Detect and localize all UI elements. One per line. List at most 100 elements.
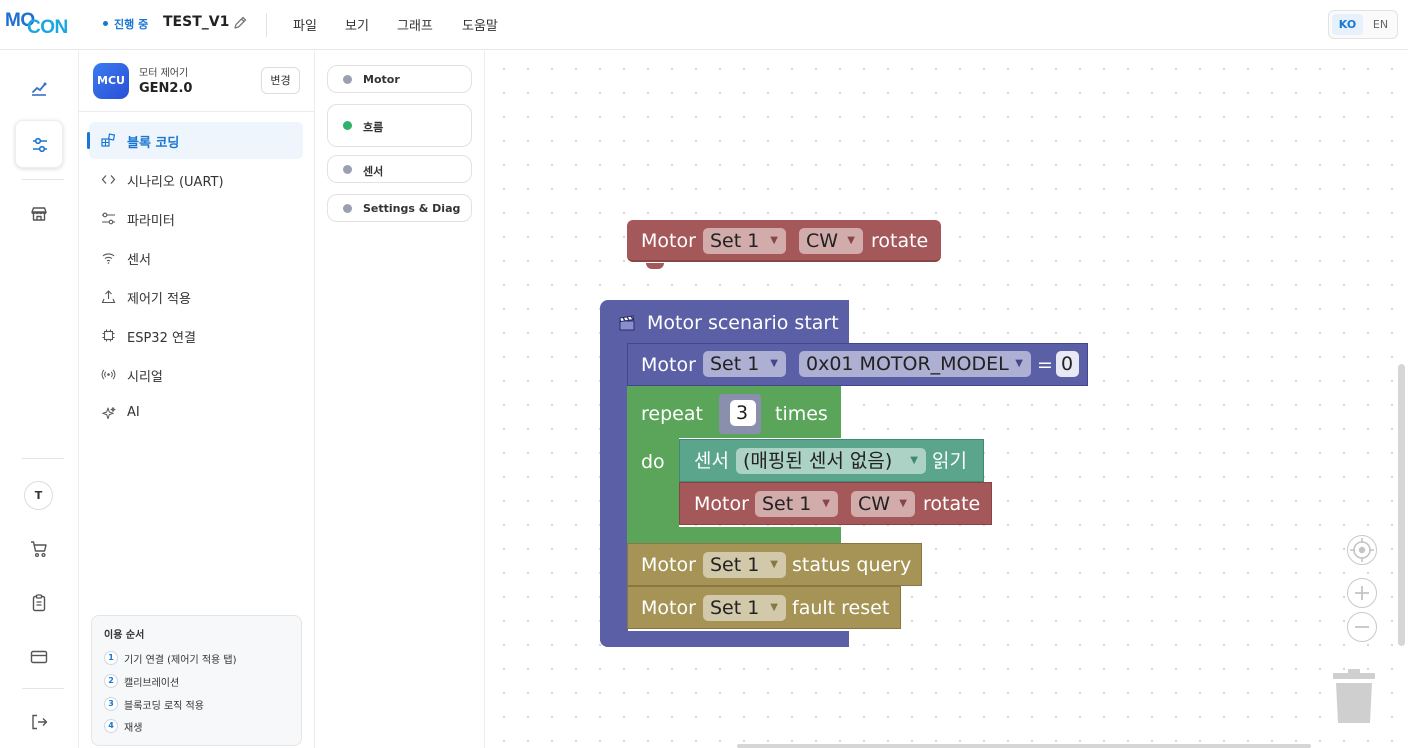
logo[interactable]: MO CON <box>5 10 75 40</box>
rail-chart-button[interactable] <box>15 65 63 113</box>
sidebar-item-sensor[interactable]: 센서 <box>89 239 303 276</box>
sidebar-item-label: 제어기 적용 <box>127 292 191 307</box>
zoom-in-button[interactable] <box>1347 578 1377 608</box>
dropdown-arrow-icon: ▼ <box>847 235 855 246</box>
sensor-read-block[interactable]: 센서 (매핑된 센서 없음) ▼ 읽기 <box>679 439 984 482</box>
rail-divider <box>22 458 64 459</box>
dropdown-value: Set 1 <box>710 554 760 576</box>
scenario-title: Motor scenario start <box>647 312 839 334</box>
block-connector <box>646 263 664 269</box>
trash-icon[interactable] <box>1331 667 1377 725</box>
sidebar-item-label: 시나리오 (UART) <box>127 175 224 190</box>
block-text: rotate <box>923 493 981 515</box>
divider <box>266 13 267 37</box>
input-value: 3 <box>736 402 749 424</box>
do-label: do <box>641 451 665 473</box>
param-value-input[interactable]: 0 <box>1056 351 1079 377</box>
block-text: repeat <box>641 403 703 425</box>
sensor-source-dropdown[interactable]: (매핑된 센서 없음) ▼ <box>736 448 926 474</box>
rail-cart-button[interactable] <box>15 525 63 573</box>
rail-divider <box>22 179 64 180</box>
menu-help[interactable]: 도움말 <box>462 15 498 34</box>
category-settings-diag[interactable]: Settings & Diag <box>327 194 472 222</box>
menu-view[interactable]: 보기 <box>345 15 369 34</box>
sidebar-item-esp32[interactable]: ESP32 연결 <box>89 317 303 354</box>
project-title[interactable]: TEST_V1 <box>163 14 229 30</box>
step-number: 4 <box>104 719 118 733</box>
controller-model: GEN2.0 <box>139 81 193 96</box>
parameter-dropdown[interactable]: 0x01 MOTOR_MODEL ▼ <box>799 351 1031 377</box>
sidebar-item-label: 파라미터 <box>127 214 175 229</box>
menu-graph[interactable]: 그래프 <box>397 15 433 34</box>
direction-dropdown[interactable]: CW ▼ <box>851 491 915 517</box>
block-text: Motor <box>641 554 696 576</box>
language-switcher: KO EN <box>1328 10 1398 39</box>
sidebar-item-controller-apply[interactable]: 제어기 적용 <box>89 278 303 315</box>
sidebar-item-serial[interactable]: 시리얼 <box>89 356 303 393</box>
rail-card-button[interactable] <box>15 633 63 681</box>
dropdown-arrow-icon: ▼ <box>822 498 830 509</box>
workspace-horizontal-scrollbar[interactable] <box>737 744 1311 748</box>
inner-motor-rotate-block[interactable]: Motor Set 1 ▼ CW ▼ rotate <box>679 482 992 525</box>
category-motor[interactable]: Motor <box>327 65 472 93</box>
motor-set-dropdown[interactable]: Set 1 ▼ <box>703 552 786 578</box>
divider <box>79 111 315 112</box>
chart-edit-icon <box>32 82 47 96</box>
repeat-count-input[interactable]: 3 <box>730 400 756 426</box>
dropdown-value: Set 1 <box>710 230 760 252</box>
mcu-badge: MCU <box>93 63 129 99</box>
rail-store-button[interactable] <box>15 190 63 238</box>
rail-logout-button[interactable] <box>15 698 63 746</box>
motor-set-dropdown[interactable]: Set 1 ▼ <box>703 228 786 254</box>
dropdown-arrow-icon: ▼ <box>1015 358 1023 369</box>
rail-control-button[interactable] <box>15 120 63 168</box>
rail-clipboard-button[interactable] <box>15 579 63 627</box>
block-text: 센서 <box>694 450 729 472</box>
motor-rotate-block[interactable]: Motor Set 1 ▼ CW ▼ rotate <box>627 220 941 262</box>
scenario-start-block[interactable]: Motor scenario start <box>600 300 849 345</box>
sidebar-item-block-coding[interactable]: 블록 코딩 <box>87 122 303 159</box>
chip-icon <box>102 329 115 342</box>
guide-title: 이용 순서 <box>104 630 145 641</box>
workspace-vertical-scrollbar[interactable] <box>1398 364 1405 646</box>
category-dot-icon <box>343 165 352 174</box>
top-bar: MO CON 진행 중 TEST_V1 파일 보기 그래프 도움말 KO EN <box>0 0 1408 50</box>
motor-set-dropdown[interactable]: Set 1 ▼ <box>703 595 786 621</box>
category-sensor[interactable]: 센서 <box>327 155 472 183</box>
pencil-icon[interactable] <box>232 15 248 31</box>
recenter-button[interactable] <box>1347 535 1377 565</box>
menu-file[interactable]: 파일 <box>293 15 317 34</box>
motor-param-block[interactable]: Motor Set 1 ▼ 0x01 MOTOR_MODEL ▼ = 0 <box>627 343 1088 386</box>
fault-reset-block[interactable]: Motor Set 1 ▼ fault reset <box>627 586 901 629</box>
scenario-footer <box>600 631 849 647</box>
repeat-block[interactable]: repeat 3 times <box>627 386 841 438</box>
logout-icon <box>32 714 48 730</box>
dropdown-value: CW <box>858 493 891 515</box>
category-label: Motor <box>363 73 400 86</box>
status-query-block[interactable]: Motor Set 1 ▼ status query <box>627 543 922 586</box>
rail-divider <box>22 688 64 689</box>
category-flow[interactable]: 흐름 <box>327 104 472 147</box>
sidebar-item-label: AI <box>127 405 140 420</box>
category-label: 센서 <box>363 165 384 178</box>
direction-dropdown[interactable]: CW ▼ <box>799 228 863 254</box>
motor-set-dropdown[interactable]: Set 1 ▼ <box>703 351 786 377</box>
sidebar-item-scenario-uart[interactable]: 시나리오 (UART) <box>89 161 303 198</box>
sidebar-item-ai[interactable]: AI <box>89 395 303 432</box>
lang-en-button[interactable]: EN <box>1365 14 1396 35</box>
lang-ko-button[interactable]: KO <box>1332 14 1363 35</box>
category-dot-icon <box>343 204 352 213</box>
blocks-icon <box>101 133 116 147</box>
usage-guide: 이용 순서 1 기기 연결 (제어기 적용 탭) 2 캘리브레이션 3 블록코딩 로직… <box>91 615 302 746</box>
block-workspace[interactable]: Motor Set 1 ▼ CW ▼ rotate Motor scenario s… <box>486 51 1408 748</box>
zoom-out-button[interactable] <box>1347 612 1377 642</box>
status-dot-icon <box>103 21 108 26</box>
step-text: 기기 연결 (제어기 적용 탭) <box>124 655 237 666</box>
dropdown-value: (매핑된 센서 없음) <box>743 450 893 472</box>
change-controller-button[interactable]: 변경 <box>261 67 300 94</box>
sidebar-item-parameters[interactable]: 파라미터 <box>89 200 303 237</box>
motor-set-dropdown[interactable]: Set 1 ▼ <box>755 491 838 517</box>
user-avatar[interactable]: T <box>24 481 53 510</box>
block-text: rotate <box>871 230 929 252</box>
sidebar: MCU 모터 제어기 GEN2.0 변경 블록 코딩 시나리오 (UART) 파… <box>79 51 315 748</box>
